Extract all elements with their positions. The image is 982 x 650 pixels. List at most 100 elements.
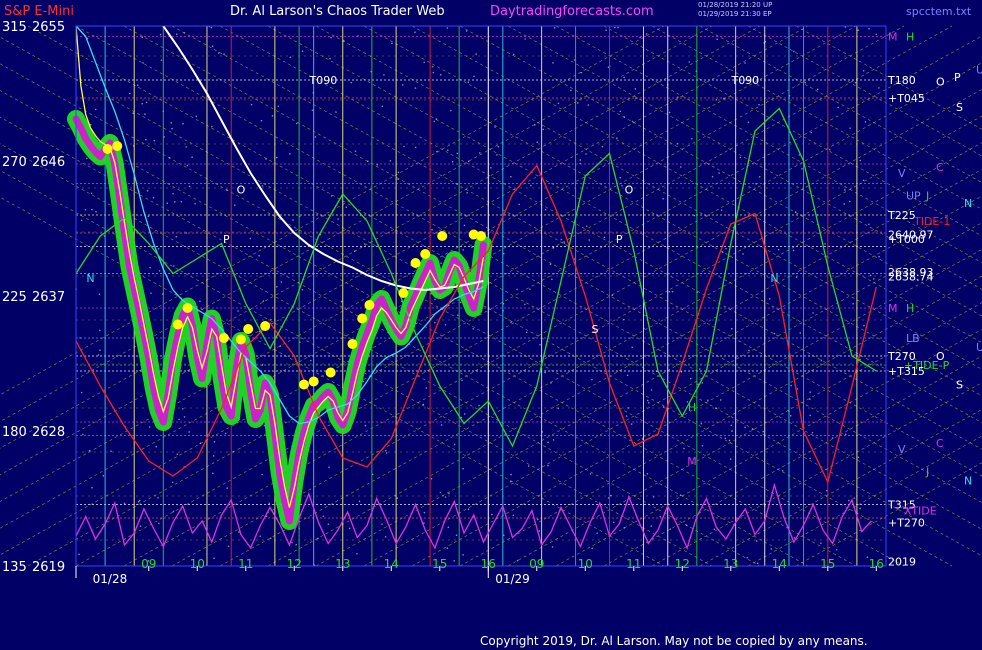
star-dot [385, 452, 388, 454]
star-dot [171, 127, 173, 130]
star-dot [715, 407, 717, 410]
star-dot [78, 553, 80, 556]
lattice-line [363, 222, 982, 567]
right-level-label: +T045 [888, 92, 925, 105]
star-dot [496, 154, 498, 156]
right-level-label: 2638.74 [888, 271, 934, 284]
star-dot [747, 121, 750, 124]
star-dot [793, 50, 795, 53]
star-dot [525, 331, 528, 334]
star-dot [211, 45, 214, 47]
star-dot [414, 146, 417, 149]
star-dot [295, 122, 298, 125]
series-line-6 [75, 482, 872, 550]
star-dot [384, 449, 387, 452]
star-dot [852, 302, 854, 305]
star-dot [549, 263, 552, 266]
star-dot [186, 164, 189, 167]
y-tick-angle: 315 [2, 20, 27, 35]
right-level-label: +T000 [888, 233, 925, 246]
star-dot [679, 494, 682, 496]
lattice-line [795, 462, 982, 567]
star-dot [768, 297, 771, 300]
star-dot [809, 414, 811, 417]
star-dot [456, 152, 459, 155]
star-dot [276, 285, 278, 288]
star-dot [623, 76, 625, 79]
star-dot [183, 32, 186, 34]
star-dot [721, 251, 724, 253]
star-dot [261, 185, 264, 187]
star-dot [744, 426, 746, 429]
star-dot [560, 238, 563, 241]
lattice-line [219, 142, 982, 567]
right-level-label: +T315 [888, 365, 925, 378]
star-dot [188, 185, 191, 188]
date-label: 01/28 [93, 572, 128, 586]
star-dot [739, 156, 742, 159]
site-title: Dr. Al Larson's Chaos Trader Web [230, 4, 445, 19]
star-dot [446, 547, 449, 550]
star-dot [175, 235, 178, 238]
star-dot [744, 62, 746, 64]
star-dot [459, 301, 462, 304]
lattice-line [75, 62, 982, 567]
star-dot [701, 444, 704, 447]
star-dot [809, 457, 811, 460]
right-level-label: M [888, 31, 898, 44]
star-dot [157, 247, 160, 250]
star-dot [719, 399, 722, 401]
star-dot [746, 556, 749, 559]
star-dot [669, 528, 672, 530]
price-dot [437, 231, 448, 241]
right-level-label: P [954, 71, 961, 84]
x-axis: 09 10 11 12 13 14 15 16 09 10 11 12 13 14 15 16 01/28 01/… [75, 557, 884, 586]
star-dot [789, 414, 792, 417]
star-dot [465, 30, 468, 32]
star-dot [585, 225, 588, 227]
star-dot [183, 416, 186, 418]
x-tick-label: 11 [626, 557, 641, 571]
price-dot [347, 339, 358, 349]
star-dot [542, 128, 545, 131]
star-dot [276, 156, 278, 159]
star-dot [662, 406, 665, 408]
y-tick-price: 2619 [32, 560, 65, 575]
star-dot [623, 527, 626, 529]
lattice-line [699, 25, 982, 184]
star-dot [277, 105, 280, 108]
star-dot [455, 534, 458, 537]
x-tick-label: 14 [772, 557, 787, 571]
price-dot [420, 249, 431, 259]
star-dot [237, 310, 239, 312]
star-dot [345, 206, 348, 209]
star-dot [172, 192, 174, 195]
price-dot [398, 288, 409, 298]
y-tick-price: 2646 [32, 155, 65, 170]
price-dot [112, 141, 123, 151]
site-link[interactable]: Daytradingforecasts.com [490, 4, 654, 19]
update-stamp-1: 01/28/2019 21:20 UP [698, 1, 773, 9]
star-dot [425, 387, 428, 389]
star-dot [698, 368, 701, 370]
star-dot [199, 442, 202, 445]
time-price-lattice [0, 25, 982, 567]
x-tick-label: 15 [432, 557, 447, 571]
star-dot [613, 521, 615, 524]
lattice-line [507, 302, 982, 567]
star-dot [843, 203, 846, 205]
star-dot [613, 26, 616, 29]
star-dot [462, 554, 464, 556]
star-dot [809, 398, 811, 400]
star-dot [544, 371, 546, 374]
star-dot [868, 223, 870, 226]
price-dot [172, 319, 183, 330]
star-dot [859, 159, 862, 162]
star-dot [178, 418, 180, 421]
price-dot [182, 303, 193, 313]
star-dot [587, 104, 590, 106]
x-tick-label: 09 [141, 557, 156, 571]
star-dot [191, 156, 193, 159]
star-dot [835, 548, 838, 551]
star-dot [538, 530, 541, 532]
